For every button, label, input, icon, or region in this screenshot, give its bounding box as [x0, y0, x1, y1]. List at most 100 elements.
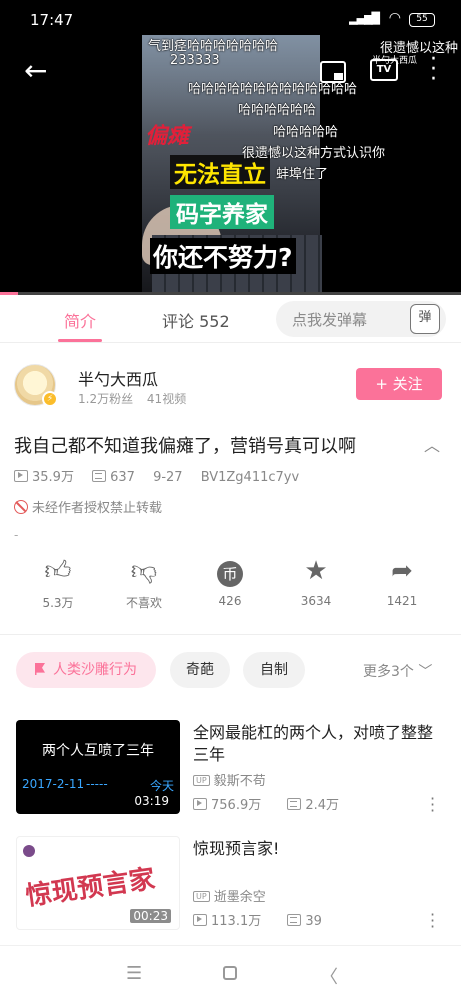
- home-icon[interactable]: [223, 966, 237, 980]
- related-video-title[interactable]: 全网最能杠的两个人，对喷了整整三年: [193, 722, 448, 766]
- video-subtitle: 偏瘫: [145, 124, 190, 149]
- related-danmaku-count: 39: [305, 914, 322, 929]
- related-video-item[interactable]: 惊现预言家 00:23 惊现预言家! UP 逝墨余空 113.1万 39 · · ·: [0, 834, 461, 944]
- share-arrow-icon: ➦: [391, 556, 413, 586]
- video-duration: 03:19: [131, 794, 172, 808]
- uploader-fans: 1.2万粉丝: [78, 392, 134, 406]
- more-vertical-icon[interactable]: · · ·: [430, 791, 435, 819]
- more-vertical-icon[interactable]: · · ·: [430, 49, 437, 91]
- tab-indicator: [58, 339, 102, 342]
- video-description: -: [14, 528, 19, 542]
- tag-list: 人类沙雕行为 奇葩 自制 更多3个 ﹀: [0, 652, 461, 690]
- video-duration: 00:23: [130, 909, 171, 923]
- coin-icon: 币: [195, 556, 265, 587]
- related-view-count: 113.1万: [211, 914, 262, 929]
- related-view-count: 756.9万: [211, 798, 262, 813]
- more-vertical-icon[interactable]: · · ·: [430, 907, 435, 935]
- back-chevron-icon[interactable]: 〈: [320, 963, 338, 989]
- status-time: 17:47: [30, 11, 74, 29]
- lightning-badge-icon: ⚡: [42, 391, 58, 407]
- avatar[interactable]: ⚡: [14, 364, 58, 407]
- up-badge-icon: UP: [193, 775, 210, 786]
- danmaku-toggle-button[interactable]: 弹: [410, 304, 440, 334]
- favorite-button[interactable]: ★ 3634: [281, 556, 351, 608]
- coin-count: 426: [218, 594, 242, 608]
- chevron-up-icon[interactable]: ︿: [424, 432, 440, 456]
- danmaku-count-icon: [92, 470, 107, 482]
- thumbnail-text: 今天: [149, 779, 174, 793]
- copyright-notice-text: 未经作者授权禁止转载: [32, 501, 163, 516]
- like-button[interactable]: 👍︎ 5.3万: [23, 556, 93, 611]
- share-count: 1421: [386, 594, 418, 608]
- coin-button[interactable]: 币 426: [195, 556, 265, 608]
- tab-bar: 简介 评论 552 点我发弹幕 弹: [0, 295, 461, 343]
- thumbs-up-icon: 👍︎: [44, 556, 72, 586]
- danmaku-comment: 蚌埠住了: [276, 167, 329, 182]
- tab-comments[interactable]: 评论 552: [162, 308, 230, 332]
- related-video-uploader: UP 毅斯不苟: [193, 770, 266, 789]
- video-stats: 35.9万 637 9-27 BV1Zg411c7yv: [14, 466, 313, 485]
- danmaku-comment: 哈哈哈哈哈: [273, 125, 339, 140]
- tv-cast-icon[interactable]: TV: [370, 59, 398, 81]
- wifi-icon: ◠: [388, 10, 401, 26]
- star-icon: ★: [304, 556, 328, 586]
- danmaku-input[interactable]: 点我发弹幕 弹: [276, 301, 446, 337]
- related-danmaku-count: 2.4万: [305, 798, 340, 813]
- play-count-icon: [193, 914, 207, 926]
- up-badge-icon: UP: [193, 891, 210, 902]
- follow-button[interactable]: + 关注: [356, 368, 442, 400]
- publish-date: 9-27: [153, 470, 183, 485]
- action-bar: 👍︎ 5.3万 👎︎ 不喜欢 币 426 ★ 3634 ➦ 1421: [0, 556, 461, 616]
- uploader-meta: 1.2万粉丝 41视频: [78, 390, 196, 407]
- related-video-stats: 113.1万 39: [193, 910, 344, 929]
- thumbnail-text: 两个人互喷了三年: [42, 743, 154, 759]
- related-uploader-name: 逝墨余空: [213, 890, 266, 905]
- danmaku-comment: 很遗憾以这种方式认识你: [242, 146, 386, 161]
- uploader-name[interactable]: 半勺大西瓜: [78, 366, 158, 390]
- forbidden-icon: [14, 500, 28, 514]
- share-button[interactable]: ➦ 1421: [367, 556, 437, 608]
- picture-in-picture-icon[interactable]: [320, 61, 346, 83]
- dislike-button[interactable]: 👎︎ 不喜欢: [109, 556, 179, 611]
- related-uploader-name: 毅斯不苟: [213, 774, 266, 789]
- dislike-label: 不喜欢: [125, 596, 162, 610]
- view-count: 35.9万: [32, 470, 74, 485]
- play-count-icon: [193, 798, 207, 810]
- video-subtitle: 码字养家: [170, 195, 274, 229]
- divider: [0, 634, 461, 635]
- danmaku-comment: 233333: [170, 53, 220, 68]
- status-bar: 17:47 ▂▄▆█ ◠ 55: [0, 0, 461, 40]
- related-video-stats: 756.9万 2.4万: [193, 794, 361, 813]
- tag-chip[interactable]: 奇葩: [170, 652, 230, 688]
- video-thumbnail[interactable]: 惊现预言家 00:23: [16, 836, 180, 930]
- play-count-icon: [14, 470, 28, 482]
- thumbnail-avatar: [23, 845, 35, 857]
- danmaku-count: 637: [110, 470, 135, 485]
- thumbnail-text: 2017-2-11: [22, 777, 85, 791]
- danmaku-input-placeholder: 点我发弹幕: [292, 311, 368, 329]
- video-player[interactable]: 偏瘫 无法直立 码字养家 你还不努力? 气到痉哈哈哈哈哈哈哈 233333 哈哈…: [0, 35, 461, 295]
- tab-intro[interactable]: 简介: [64, 308, 96, 332]
- danmaku-comment: 气到痉哈哈哈哈哈哈哈: [148, 39, 279, 54]
- more-tags-button[interactable]: 更多3个 ﹀: [363, 661, 432, 681]
- system-nav-bar: ☰ 〈: [0, 945, 461, 1000]
- menu-icon[interactable]: ☰: [126, 963, 142, 984]
- danmaku-count-icon: [287, 914, 302, 926]
- video-thumbnail[interactable]: 两个人互喷了三年 2017-2-11 ----- 今天 03:19: [16, 720, 180, 814]
- battery-icon: 55: [409, 13, 435, 27]
- tag-chip[interactable]: 自制: [243, 652, 305, 688]
- favorite-count: 3634: [300, 594, 332, 608]
- danmaku-count-icon: [287, 798, 302, 810]
- thumbnail-text: -----: [86, 777, 108, 791]
- video-subtitle: 你还不努力?: [150, 238, 296, 274]
- video-title: 我自己都不知道我偏瘫了，营销号真可以啊: [14, 436, 356, 457]
- signal-icon: ▂▄▆█: [349, 12, 380, 25]
- like-count: 5.3万: [42, 596, 74, 610]
- related-video-item[interactable]: 两个人互喷了三年 2017-2-11 ----- 今天 03:19 全网最能杠的…: [0, 718, 461, 828]
- uploader-videos: 41视频: [146, 392, 187, 406]
- copyright-notice: 未经作者授权禁止转载: [14, 497, 162, 516]
- back-arrow-icon[interactable]: ←: [24, 57, 47, 85]
- thumbs-down-icon: 👎︎: [130, 556, 158, 586]
- tag-chip[interactable]: 人类沙雕行为: [16, 652, 156, 688]
- related-video-title[interactable]: 惊现预言家!: [193, 838, 448, 860]
